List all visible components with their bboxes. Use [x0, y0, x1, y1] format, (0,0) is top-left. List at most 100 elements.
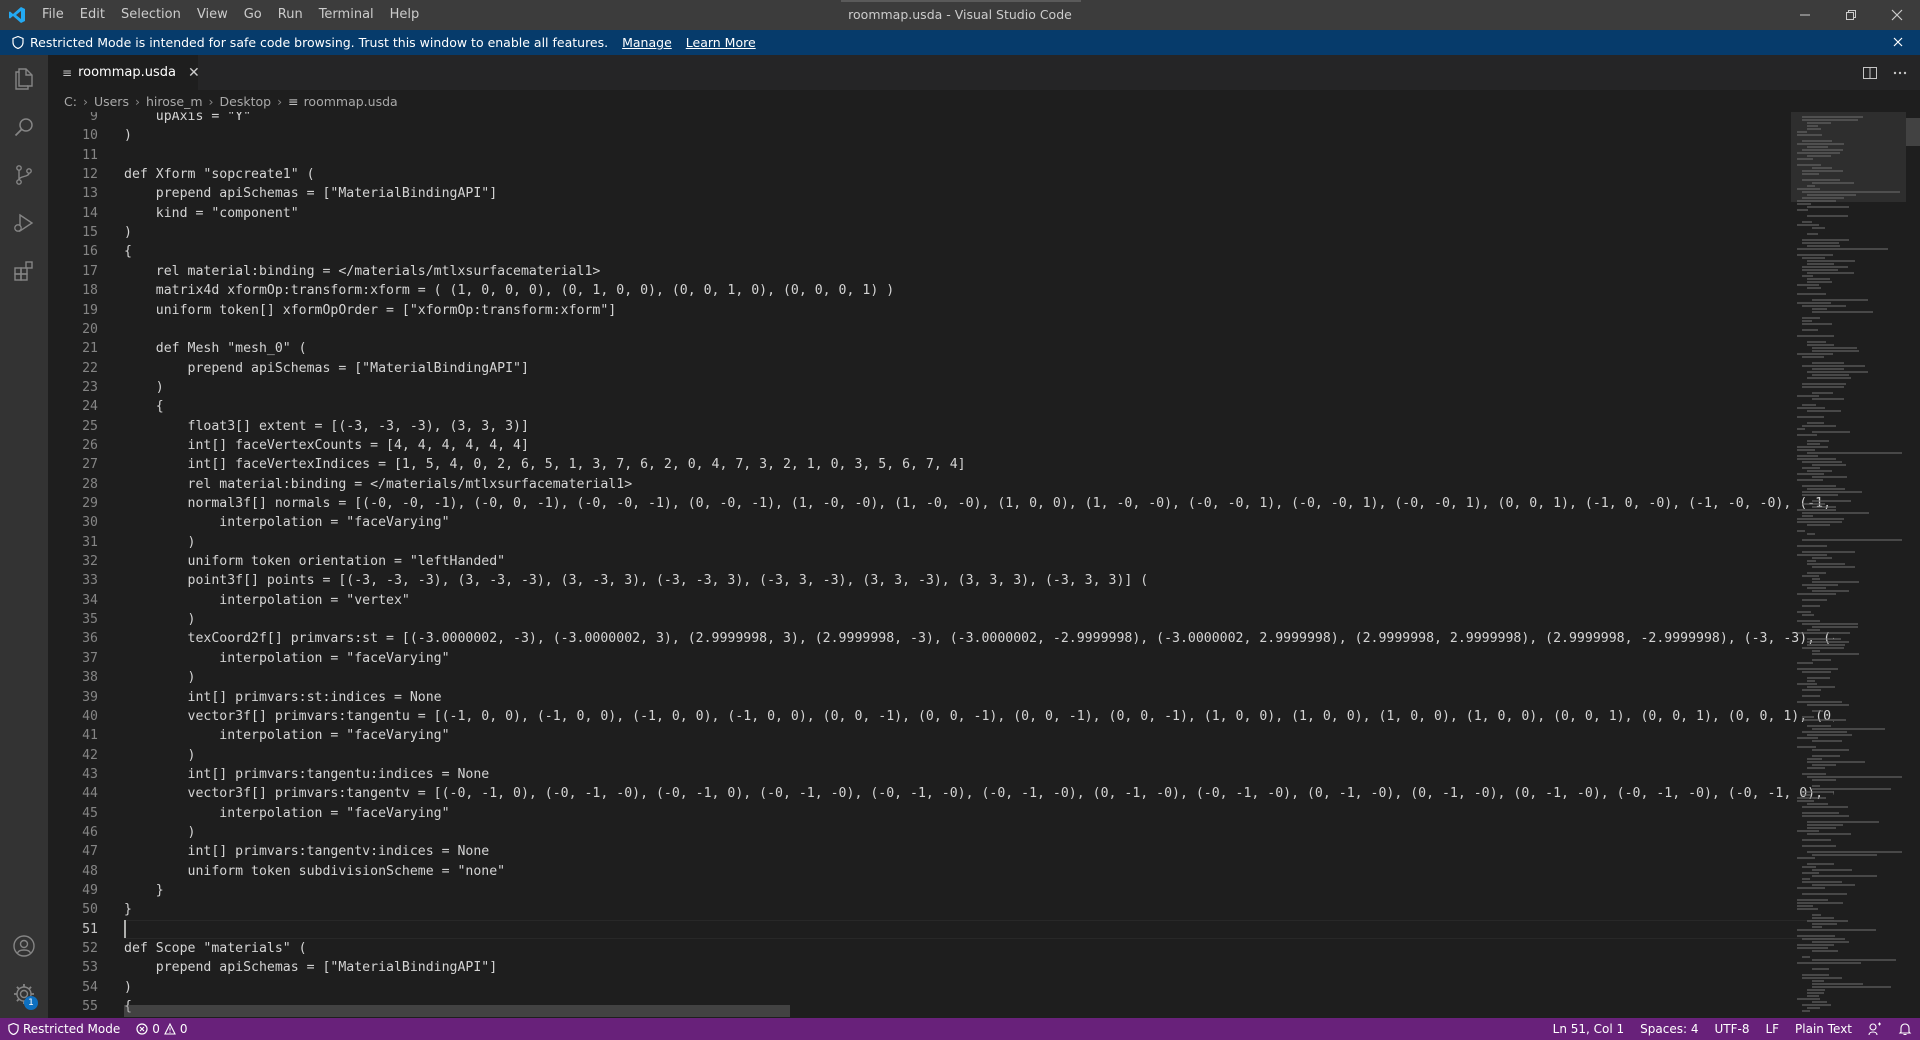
minimap-line [1807, 128, 1821, 130]
menu-help[interactable]: Help [382, 0, 428, 30]
run-debug-icon[interactable] [0, 199, 48, 247]
code-line[interactable]: interpolation = "faceVarying" [124, 726, 449, 745]
feedback-icon[interactable] [1860, 1018, 1890, 1040]
manage-link[interactable]: Manage [622, 35, 672, 50]
menu-view[interactable]: View [189, 0, 236, 30]
minimize-button[interactable] [1782, 0, 1828, 30]
code-line[interactable]: ) [124, 978, 132, 997]
code-line[interactable]: ) [124, 378, 164, 397]
minimap-line [1797, 800, 1814, 802]
menu-edit[interactable]: Edit [72, 0, 113, 30]
vertical-scrollbar[interactable] [1906, 112, 1920, 1018]
minimap-line [1797, 407, 1825, 409]
end-of-line[interactable]: LF [1757, 1018, 1787, 1040]
code-line[interactable]: interpolation = "faceVarying" [124, 804, 449, 823]
code-line[interactable]: ) [124, 223, 132, 242]
code-line[interactable]: { [124, 242, 132, 261]
code-line[interactable]: float3[] extent = [(-3, -3, -3), (3, 3, … [124, 417, 529, 436]
code-line[interactable]: rel material:binding = </materials/mtlxs… [124, 475, 633, 494]
code-line[interactable]: int[] primvars:tangentv:indices = None [124, 842, 490, 861]
tab-close-icon[interactable]: ✕ [188, 65, 200, 81]
code-line[interactable]: int[] faceVertexCounts = [4, 4, 4, 4, 4,… [124, 436, 529, 455]
code-line[interactable]: prepend apiSchemas = ["MaterialBindingAP… [124, 958, 497, 977]
code-line[interactable]: rel material:binding = </materials/mtlxs… [124, 262, 601, 281]
menu-run[interactable]: Run [270, 0, 311, 30]
menu-file[interactable]: File [34, 0, 72, 30]
code-line[interactable]: ) [124, 668, 196, 687]
tab-roommap-usda[interactable]: ≡ roommap.usda ✕ [48, 55, 200, 90]
breadcrumb-drive[interactable]: C: [64, 94, 77, 109]
breadcrumb-desktop[interactable]: Desktop [220, 94, 272, 109]
minimap-line [1807, 644, 1845, 646]
scrollbar-thumb[interactable] [1906, 118, 1920, 146]
restore-button[interactable] [1828, 0, 1874, 30]
language-mode[interactable]: Plain Text [1787, 1018, 1860, 1040]
menu-terminal[interactable]: Terminal [311, 0, 382, 30]
code-line[interactable]: vector3f[] primvars:tangentv = [(-0, -1,… [124, 784, 1834, 803]
vscode-logo-icon[interactable] [0, 0, 34, 30]
breadcrumb-user[interactable]: hirose_m [146, 94, 203, 109]
code-line[interactable]: normal3f[] normals = [(-0, -0, -1), (-0,… [124, 494, 1832, 513]
minimap[interactable] [1791, 112, 1906, 1018]
code-line[interactable]: int[] faceVertexIndices = [1, 5, 4, 0, 2… [124, 455, 966, 474]
split-editor-icon[interactable] [1862, 65, 1878, 81]
code-line[interactable]: ) [124, 746, 196, 765]
notifications-bell-icon[interactable] [1890, 1018, 1920, 1040]
code-line[interactable]: prepend apiSchemas = ["MaterialBindingAP… [124, 184, 497, 203]
code-line[interactable]: vector3f[] primvars:tangentu = [(-1, 0, … [124, 707, 1834, 726]
more-actions-icon[interactable] [1892, 65, 1908, 81]
code-line[interactable]: interpolation = "faceVarying" [124, 649, 449, 668]
code-line[interactable]: { [124, 397, 164, 416]
code-line[interactable]: uniform token[] xformOpOrder = ["xformOp… [124, 301, 617, 320]
minimap-line [1797, 554, 1827, 556]
breadcrumb-users[interactable]: Users [94, 94, 129, 109]
code-line[interactable]: texCoord2f[] primvars:st = [(-3.0000002,… [124, 629, 1834, 648]
menu-selection[interactable]: Selection [113, 0, 189, 30]
close-window-button[interactable] [1874, 0, 1920, 30]
code-line[interactable]: upAxis = "Y" [124, 112, 251, 126]
code-line[interactable]: interpolation = "faceVarying" [124, 513, 449, 532]
code-line[interactable]: uniform token orientation = "leftHanded" [124, 552, 506, 571]
code-line[interactable]: int[] primvars:tangentu:indices = None [124, 765, 490, 784]
encoding[interactable]: UTF-8 [1706, 1018, 1757, 1040]
manage-gear-icon[interactable]: 1 [0, 970, 48, 1018]
code-line[interactable]: matrix4d xformOp:transform:xform = ( (1,… [124, 281, 894, 300]
code-area[interactable]: upAxis = "Y") def Xform "sopcreate1" ( pr… [124, 112, 1834, 1018]
explorer-icon[interactable] [0, 55, 48, 103]
menu-go[interactable]: Go [236, 0, 270, 30]
horizontal-scrollbar[interactable] [124, 1005, 790, 1017]
line-number: 32 [82, 554, 98, 569]
code-line[interactable]: ) [124, 823, 196, 842]
code-line[interactable]: ) [124, 610, 196, 629]
banner-close-button[interactable] [1890, 34, 1906, 50]
code-line[interactable]: } [124, 881, 164, 900]
code-line[interactable]: interpolation = "vertex" [124, 591, 410, 610]
extensions-icon[interactable] [0, 247, 48, 295]
indentation[interactable]: Spaces: 4 [1632, 1018, 1706, 1040]
cursor-position[interactable]: Ln 51, Col 1 [1545, 1018, 1633, 1040]
minimap-line [1812, 983, 1863, 985]
code-line[interactable]: ) [124, 533, 196, 552]
code-line[interactable]: uniform token subdivisionScheme = "none" [124, 862, 506, 881]
code-line[interactable]: ) [124, 126, 132, 145]
minimap-line [1797, 935, 1835, 937]
minimap-line [1802, 173, 1819, 175]
search-icon[interactable] [0, 103, 48, 151]
restricted-mode-status[interactable]: Restricted Mode [0, 1018, 128, 1040]
code-line[interactable]: point3f[] points = [(-3, -3, -3), (3, -3… [124, 571, 1149, 590]
code-editor[interactable]: 9 10 11 12 13 14 15 16 17 18 19 20 21 22 23 24 25 26 27 28 2… [48, 112, 1920, 1018]
learn-more-link[interactable]: Learn More [686, 35, 756, 50]
line-number: 45 [82, 806, 98, 821]
code-line[interactable]: def Scope "materials" ( [124, 939, 307, 958]
code-line[interactable]: kind = "component" [124, 204, 299, 223]
code-line[interactable]: prepend apiSchemas = ["MaterialBindingAP… [124, 359, 529, 378]
code-line[interactable]: int[] primvars:st:indices = None [124, 688, 442, 707]
account-icon[interactable] [0, 922, 48, 970]
code-line[interactable]: def Mesh "mesh_0" ( [124, 339, 307, 358]
breadcrumb-file[interactable]: roommap.usda [304, 94, 398, 109]
code-line[interactable]: def Xform "sopcreate1" ( [124, 165, 315, 184]
restricted-mode-label: Restricted Mode [23, 1022, 121, 1036]
problems-status[interactable]: 0 0 [128, 1018, 195, 1040]
code-line[interactable]: } [124, 900, 132, 919]
source-control-icon[interactable] [0, 151, 48, 199]
